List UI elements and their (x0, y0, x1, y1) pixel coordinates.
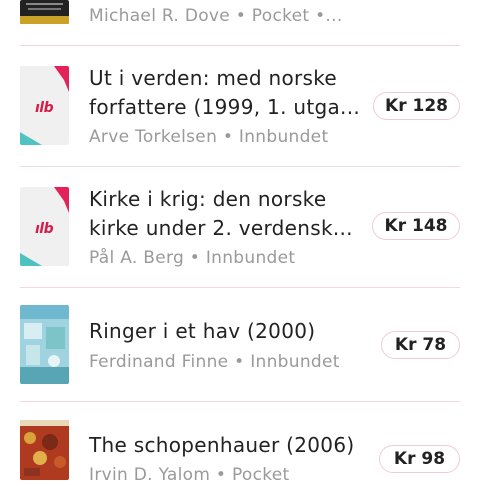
author: Irvin D. Yalom (89, 465, 211, 485)
book-cover-placeholder: ılb (20, 187, 69, 266)
author: Arve Torkelsen (89, 127, 218, 147)
format: Innbundet (205, 248, 296, 268)
price-badge[interactable]: Kr 128 (373, 92, 460, 120)
list-item[interactable]: Michael R. Dove • Pocket •... (0, 0, 480, 46)
book-cover (20, 305, 69, 384)
book-title: The schopenhauer (2006) (89, 433, 355, 457)
book-meta: Pål A. Berg • Innbundet (89, 248, 296, 268)
book-meta: Arve Torkelsen • Innbundet (89, 127, 329, 147)
book-title: Kirke i krig: den norske kirke under 2. … (89, 187, 353, 240)
book-title: Ut i verden: med norske forfattere (1999… (89, 66, 361, 119)
author: Pål A. Berg (89, 248, 185, 268)
price-badge[interactable]: Kr 148 (372, 212, 460, 240)
author: Ferdinand Finne (89, 352, 229, 372)
format: Pocket (251, 6, 310, 26)
book-meta: Michael R. Dove • Pocket •... (89, 6, 343, 26)
book-meta: Ferdinand Finne • Innbundet (89, 352, 340, 372)
list-item[interactable]: ılb Kirke i krig: den norske kirke under… (0, 167, 480, 287)
book-meta: Irvin D. Yalom • Pocket (89, 465, 290, 485)
format: Innbundet (238, 127, 329, 147)
price-badge[interactable]: Kr 98 (379, 445, 460, 473)
list-item[interactable]: The schopenhauer (2006) Irvin D. Yalom •… (0, 402, 480, 485)
list-item[interactable]: Ringer i et hav (2000) Ferdinand Finne •… (0, 288, 480, 402)
book-cover (20, 0, 69, 24)
publisher-logo: ılb (35, 100, 54, 116)
list-item[interactable]: ılb Ut i verden: med norske forfattere (… (0, 46, 480, 166)
format: Innbundet (250, 352, 340, 372)
book-cover (20, 420, 69, 480)
book-cover-placeholder: ılb (20, 66, 69, 145)
author: Michael R. Dove (89, 6, 231, 26)
publisher-logo: ılb (35, 221, 54, 237)
book-title: Ringer i et hav (2000) (89, 319, 316, 343)
price-badge[interactable]: Kr 78 (381, 331, 460, 359)
format: Pocket (231, 465, 290, 485)
book-list: Michael R. Dove • Pocket •... ılb Ut i v… (0, 0, 480, 485)
